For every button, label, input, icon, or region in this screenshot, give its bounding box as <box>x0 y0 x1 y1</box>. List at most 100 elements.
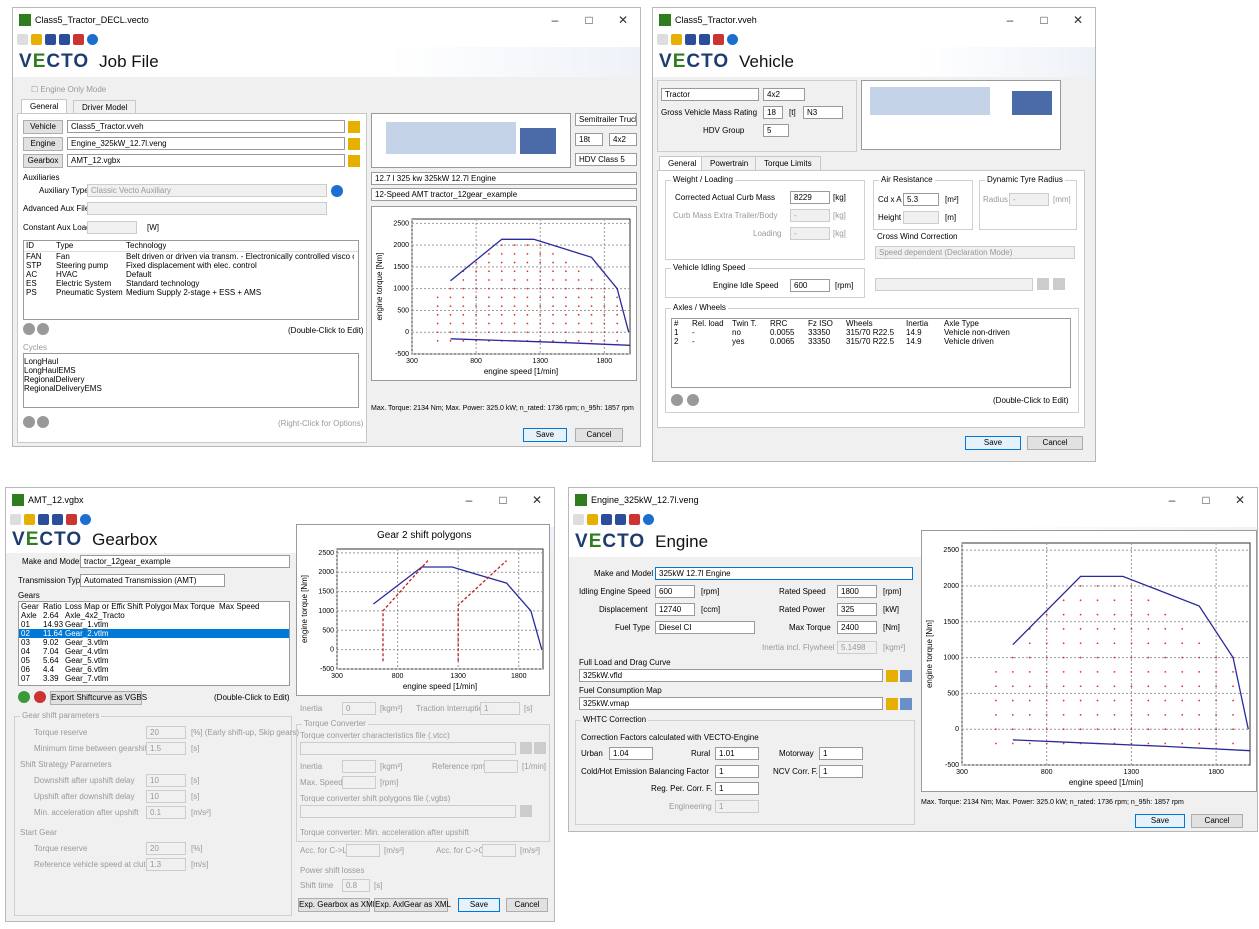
maximize-button[interactable]: □ <box>1027 13 1061 27</box>
open-file-icon[interactable] <box>886 698 898 710</box>
save-icon[interactable] <box>685 34 696 45</box>
cancel-button[interactable]: Cancel <box>575 428 623 442</box>
save-button[interactable]: Save <box>1135 814 1185 828</box>
cross-wind-select[interactable]: Speed dependent (Declaration Mode) <box>875 246 1075 259</box>
motorway-input[interactable]: 1 <box>819 747 863 760</box>
max-torque-input[interactable]: 2400 <box>837 621 877 634</box>
axles-table[interactable]: # Rel. load Twin T. RRC Fz ISO Wheels Inertia A… <box>671 318 1071 388</box>
gearbox-button[interactable]: Gearbox <box>23 154 63 168</box>
open-icon[interactable] <box>31 34 42 45</box>
engine-file-input[interactable]: Engine_325kW_12.7l.veng <box>67 137 345 150</box>
export-vgbs-button[interactable]: Export Shiftcurve as VGBS <box>50 691 147 705</box>
add-icon[interactable] <box>23 323 35 335</box>
displacement-input[interactable]: 12740 <box>655 603 695 616</box>
save-as-icon[interactable] <box>59 34 70 45</box>
radius-input[interactable]: - <box>1009 193 1049 206</box>
save-button[interactable]: Save <box>458 898 500 912</box>
remove-icon[interactable] <box>37 416 49 428</box>
rated-speed-input[interactable]: 1800 <box>837 585 877 598</box>
ncv-input[interactable]: 1 <box>819 765 863 778</box>
open-file-icon[interactable] <box>886 670 898 682</box>
close-button[interactable]: ✕ <box>1223 493 1257 507</box>
engine-only-checkbox[interactable]: ☐ Engine Only Mode <box>31 85 106 94</box>
minimize-button[interactable]: – <box>538 13 572 27</box>
export-gearbox-button[interactable]: Exp. Gearbox as XML <box>298 898 377 912</box>
idle-input[interactable]: 600 <box>790 279 830 292</box>
save-as-icon[interactable] <box>699 34 710 45</box>
open-icon[interactable] <box>587 514 598 525</box>
new-icon[interactable] <box>10 514 21 525</box>
table-row[interactable]: FAN Fan Belt driven or driven via transm. … <box>24 252 358 261</box>
min-acc-input[interactable]: 0.1 <box>146 806 186 819</box>
fld-input[interactable]: 325kW.vfld <box>579 669 883 682</box>
view-icon[interactable] <box>900 670 912 682</box>
pto-input[interactable] <box>875 278 1033 291</box>
traction-input[interactable]: 1 <box>480 702 520 715</box>
cdxa-input[interactable]: 5.3 <box>903 193 939 206</box>
vehicle-class-select[interactable]: N3 <box>803 106 843 119</box>
cycles-list[interactable]: LongHaul LongHaulEMS RegionalDelivery Regio… <box>23 353 359 408</box>
rated-power-input[interactable]: 325 <box>837 603 877 616</box>
save-button[interactable]: Save <box>523 428 567 442</box>
shift-time-input[interactable]: 0.8 <box>342 879 370 892</box>
minimize-button[interactable]: – <box>1155 493 1189 507</box>
tab-powertrain[interactable]: Powertrain <box>701 156 758 170</box>
table-row[interactable]: 03 9.02 Gear_3.vtlm <box>19 638 289 647</box>
remove-icon[interactable] <box>37 323 49 335</box>
send-icon[interactable] <box>713 34 724 45</box>
urban-input[interactable]: 1.04 <box>609 747 653 760</box>
gearbox-file-input[interactable]: AMT_12.vgbx <box>67 154 345 167</box>
acc-cl-input[interactable] <box>346 844 380 857</box>
view-icon[interactable] <box>534 742 546 754</box>
curb-mass-input[interactable]: 8229 <box>790 191 830 204</box>
tc-shift-input[interactable] <box>300 805 516 818</box>
send-icon[interactable] <box>629 514 640 525</box>
open-file-icon[interactable] <box>520 742 532 754</box>
sg-torque-input[interactable]: 20 <box>146 842 186 855</box>
table-row[interactable]: 05 5.64 Gear_5.vtlm <box>19 656 289 665</box>
table-row[interactable]: Axle 2.64 Axle_4x2_Tractor... <box>19 611 289 620</box>
down-delay-input[interactable]: 10 <box>146 774 186 787</box>
height-input[interactable] <box>903 211 939 224</box>
new-icon[interactable] <box>17 34 28 45</box>
cancel-button[interactable]: Cancel <box>1027 436 1083 450</box>
gears-table[interactable]: Gear RatioLoss Map or Efficie...Shift Pol… <box>18 601 290 686</box>
maximize-button[interactable]: □ <box>1189 493 1223 507</box>
table-row[interactable]: 2 - yes 0.0065 33350 315/70 R22.5 14.9 Vehicle … <box>672 337 1070 346</box>
open-file-icon[interactable] <box>520 805 532 817</box>
save-button[interactable]: Save <box>965 436 1021 450</box>
remove-icon[interactable] <box>687 394 699 406</box>
add-icon[interactable] <box>18 691 30 703</box>
tc-inertia-input[interactable] <box>342 760 376 773</box>
adv-aux-input[interactable] <box>87 202 327 215</box>
open-file-icon[interactable] <box>1037 278 1049 290</box>
table-row[interactable]: 02 11.64 Gear_2.vtlm <box>19 629 289 638</box>
reg-input[interactable]: 1 <box>715 782 759 795</box>
max-speed-input[interactable] <box>342 776 376 789</box>
cancel-button[interactable]: Cancel <box>506 898 548 912</box>
fuel-type-select[interactable]: Diesel CI <box>655 621 755 634</box>
table-row[interactable]: PS Pneumatic System Medium Supply 2-stage … <box>24 288 358 297</box>
inertia-input[interactable]: 0 <box>342 702 376 715</box>
minimize-button[interactable]: – <box>452 493 486 507</box>
info-icon[interactable] <box>331 185 343 197</box>
table-row[interactable]: 06 4.4 Gear_6.vtlm <box>19 665 289 674</box>
tab-general[interactable]: General <box>21 99 68 113</box>
table-row[interactable]: AC HVAC Default <box>24 270 358 279</box>
ref-speed-input[interactable]: 1.3 <box>146 858 186 871</box>
table-row[interactable]: ES Electric System Standard technology <box>24 279 358 288</box>
extra-mass-input[interactable]: - <box>790 209 830 222</box>
open-file-icon[interactable] <box>348 155 360 167</box>
help-icon[interactable] <box>643 514 654 525</box>
open-file-icon[interactable] <box>348 138 360 150</box>
up-delay-input[interactable]: 10 <box>146 790 186 803</box>
view-icon[interactable] <box>1053 278 1065 290</box>
send-icon[interactable] <box>73 34 84 45</box>
idle-input[interactable]: 600 <box>655 585 695 598</box>
gvm-input[interactable]: 18 <box>763 106 783 119</box>
save-icon[interactable] <box>45 34 56 45</box>
table-row[interactable]: STP Steering pump Fixed displacement with … <box>24 261 358 270</box>
fcm-input[interactable]: 325kW.vmap <box>579 697 883 710</box>
remove-icon[interactable] <box>34 691 46 703</box>
cancel-button[interactable]: Cancel <box>1191 814 1243 828</box>
